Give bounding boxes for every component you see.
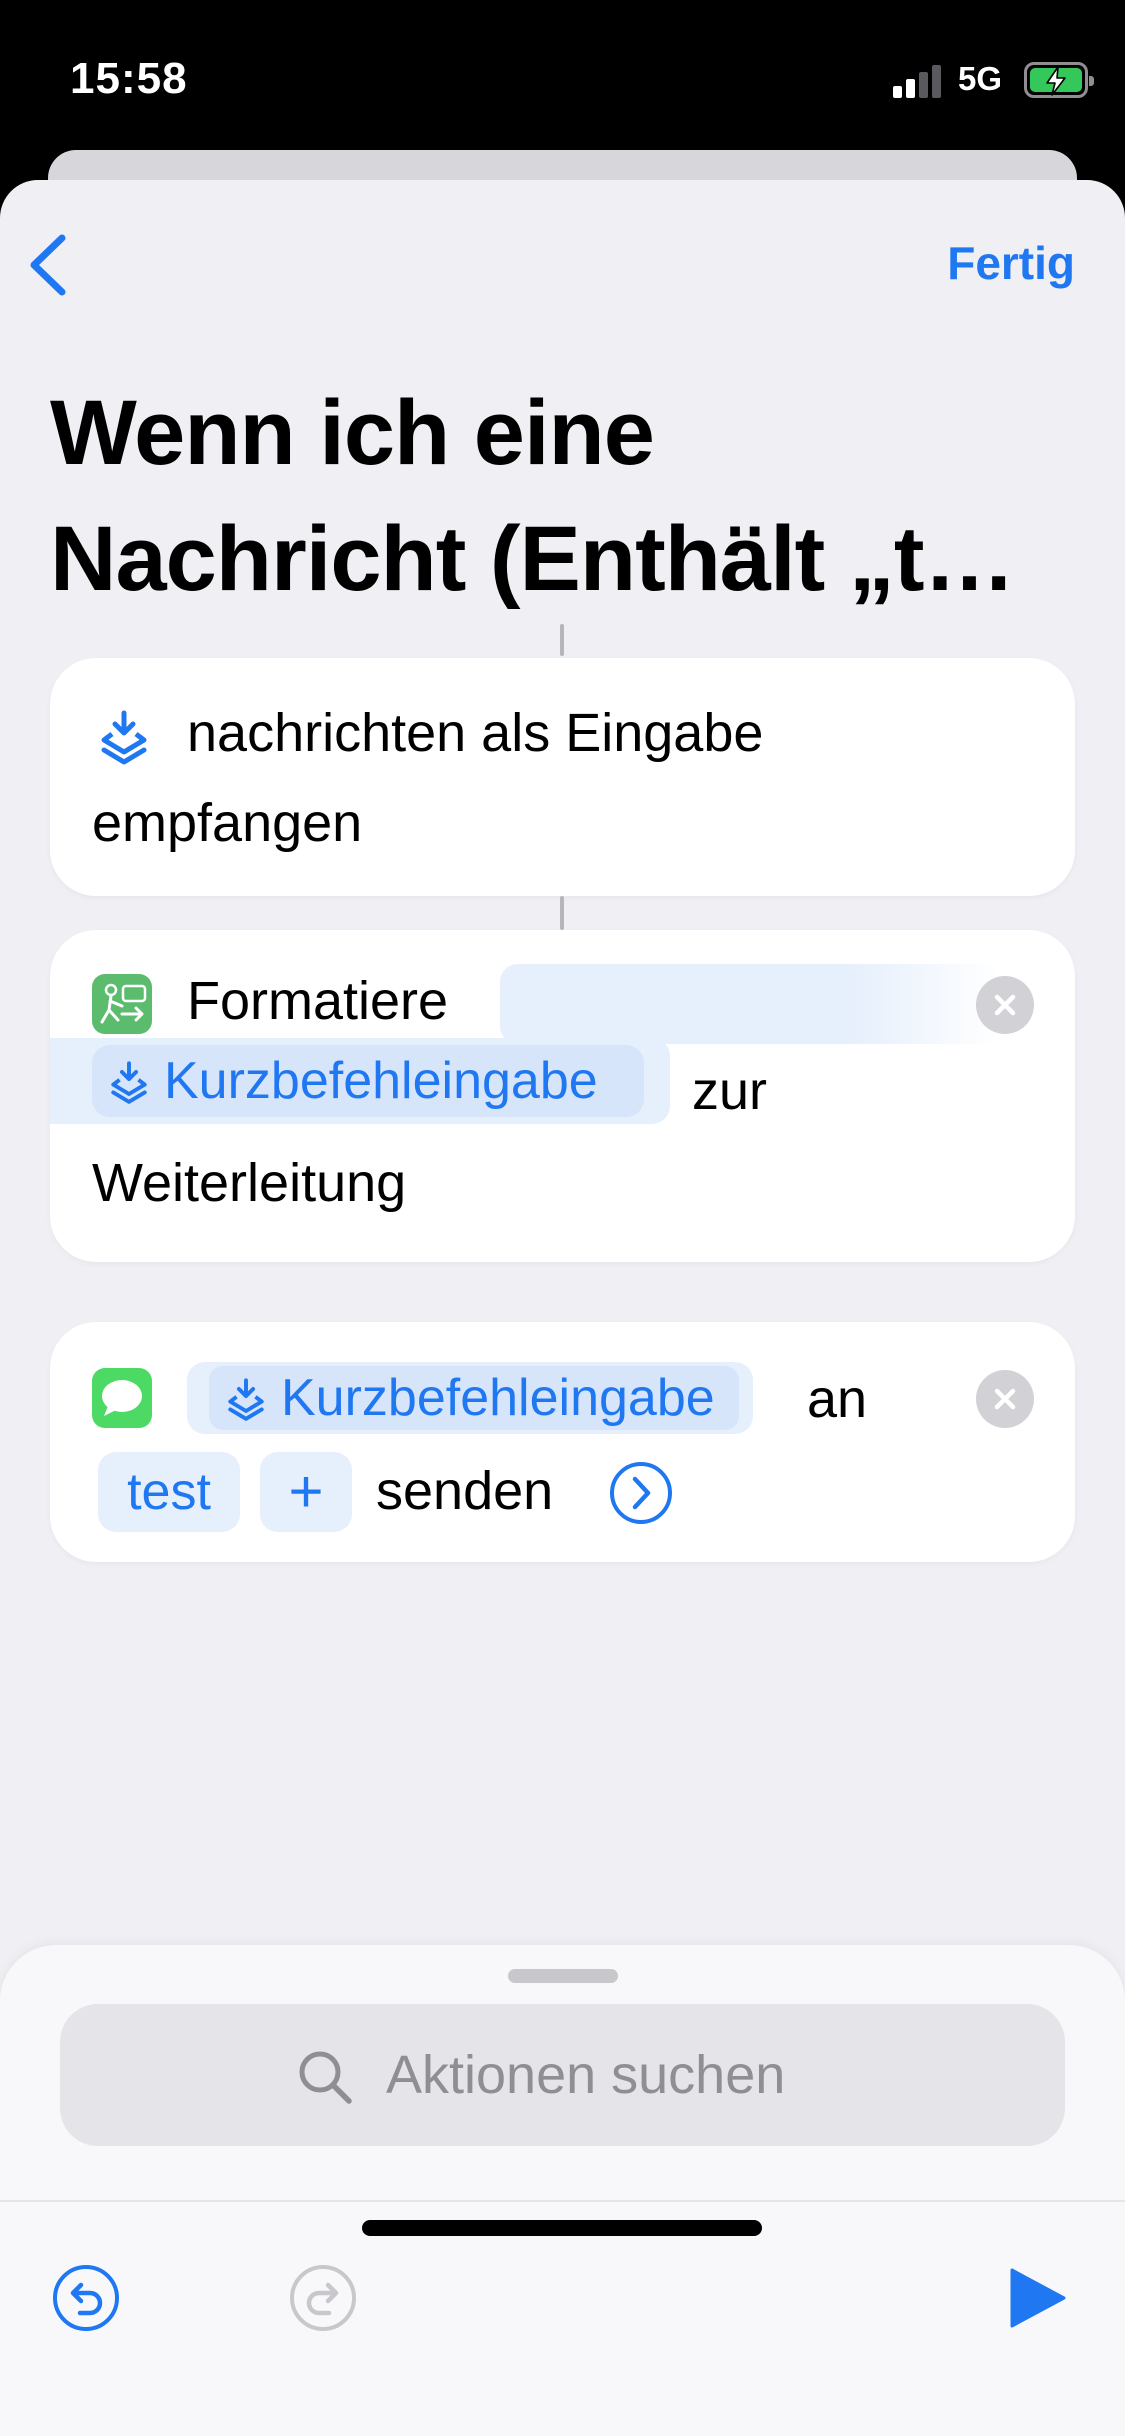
plus-icon: + — [288, 1458, 324, 1525]
network-type: 5G — [958, 60, 1003, 97]
undo-button[interactable] — [50, 2262, 122, 2334]
action1-text: nachrichten als Eingabe — [187, 703, 764, 763]
search-icon — [299, 2051, 352, 2104]
shortcut-input-token[interactable]: Kurzbefehleingabe — [92, 1045, 644, 1117]
home-indicator[interactable] — [362, 2220, 762, 2236]
play-icon — [1010, 2268, 1066, 2328]
shortcut-input-icon — [101, 710, 147, 765]
action3-send-text: senden — [376, 1461, 554, 1521]
recipient-label: test — [127, 1463, 211, 1521]
back-button[interactable] — [24, 230, 74, 300]
recipient-token[interactable]: test — [98, 1452, 240, 1532]
action3-text-after: an — [807, 1369, 868, 1429]
actions-panel: Aktionen suchen — [0, 1945, 1125, 2436]
sheet-grabber[interactable] — [508, 1969, 618, 1983]
clear-x-icon — [994, 1388, 1016, 1410]
format-text-field[interactable] — [500, 964, 1000, 1044]
chevron-left-icon — [30, 234, 66, 296]
action-format-message[interactable]: Formatiere Kurzbefehleingabe zur Weiterl… — [50, 930, 1075, 1262]
search-placeholder: Aktionen suchen — [386, 2045, 786, 2105]
cellular-signal-icon — [893, 64, 943, 98]
battery-charging-icon — [1024, 62, 1094, 98]
action-send-message[interactable]: Kurzbefehleingabe an test + senden — [50, 1322, 1075, 1562]
action-connector — [560, 896, 564, 930]
action-receive-input[interactable]: nachrichten als Eingabe empfangen — [50, 658, 1075, 896]
action-connector — [560, 624, 564, 656]
expand-chevron-circle-icon[interactable] — [608, 1460, 674, 1526]
clear-button[interactable] — [976, 976, 1034, 1034]
forward-sms-icon — [92, 974, 152, 1034]
clear-button[interactable] — [976, 1370, 1034, 1428]
done-button[interactable]: Fertig — [947, 236, 1075, 290]
message-content-token[interactable]: Kurzbefehleingabe — [187, 1362, 753, 1434]
redo-icon — [290, 2265, 356, 2331]
status-time: 15:58 — [70, 54, 188, 103]
action2-verb: Formatiere — [187, 971, 449, 1031]
clear-x-icon — [994, 994, 1016, 1016]
toolbar-divider — [0, 2200, 1125, 2202]
run-button[interactable] — [1000, 2262, 1072, 2334]
status-bar: 15:58 5G — [0, 0, 1125, 150]
token-label: Kurzbefehleingabe — [164, 1052, 598, 1110]
token-label: Kurzbefehleingabe — [281, 1369, 715, 1427]
redo-button[interactable] — [287, 2262, 359, 2334]
shortcut-editor-sheet: Fertig Wenn ich eine Nachricht (Enthält … — [0, 180, 1125, 2436]
shortcut-input-icon — [228, 1378, 264, 1421]
action2-text-line3: Weiterleitung — [92, 1153, 407, 1213]
search-actions-bar[interactable]: Aktionen suchen — [60, 2004, 1065, 2146]
undo-icon — [53, 2265, 119, 2331]
action1-text-line2: empfangen — [92, 793, 363, 853]
messages-app-icon — [92, 1368, 152, 1428]
automation-title: Wenn ich eine Nachricht (Enthält „t… — [50, 382, 1015, 610]
shortcut-input-icon — [111, 1061, 147, 1104]
add-recipient-button[interactable]: + — [260, 1452, 352, 1532]
action2-text-after: zur — [692, 1061, 768, 1121]
